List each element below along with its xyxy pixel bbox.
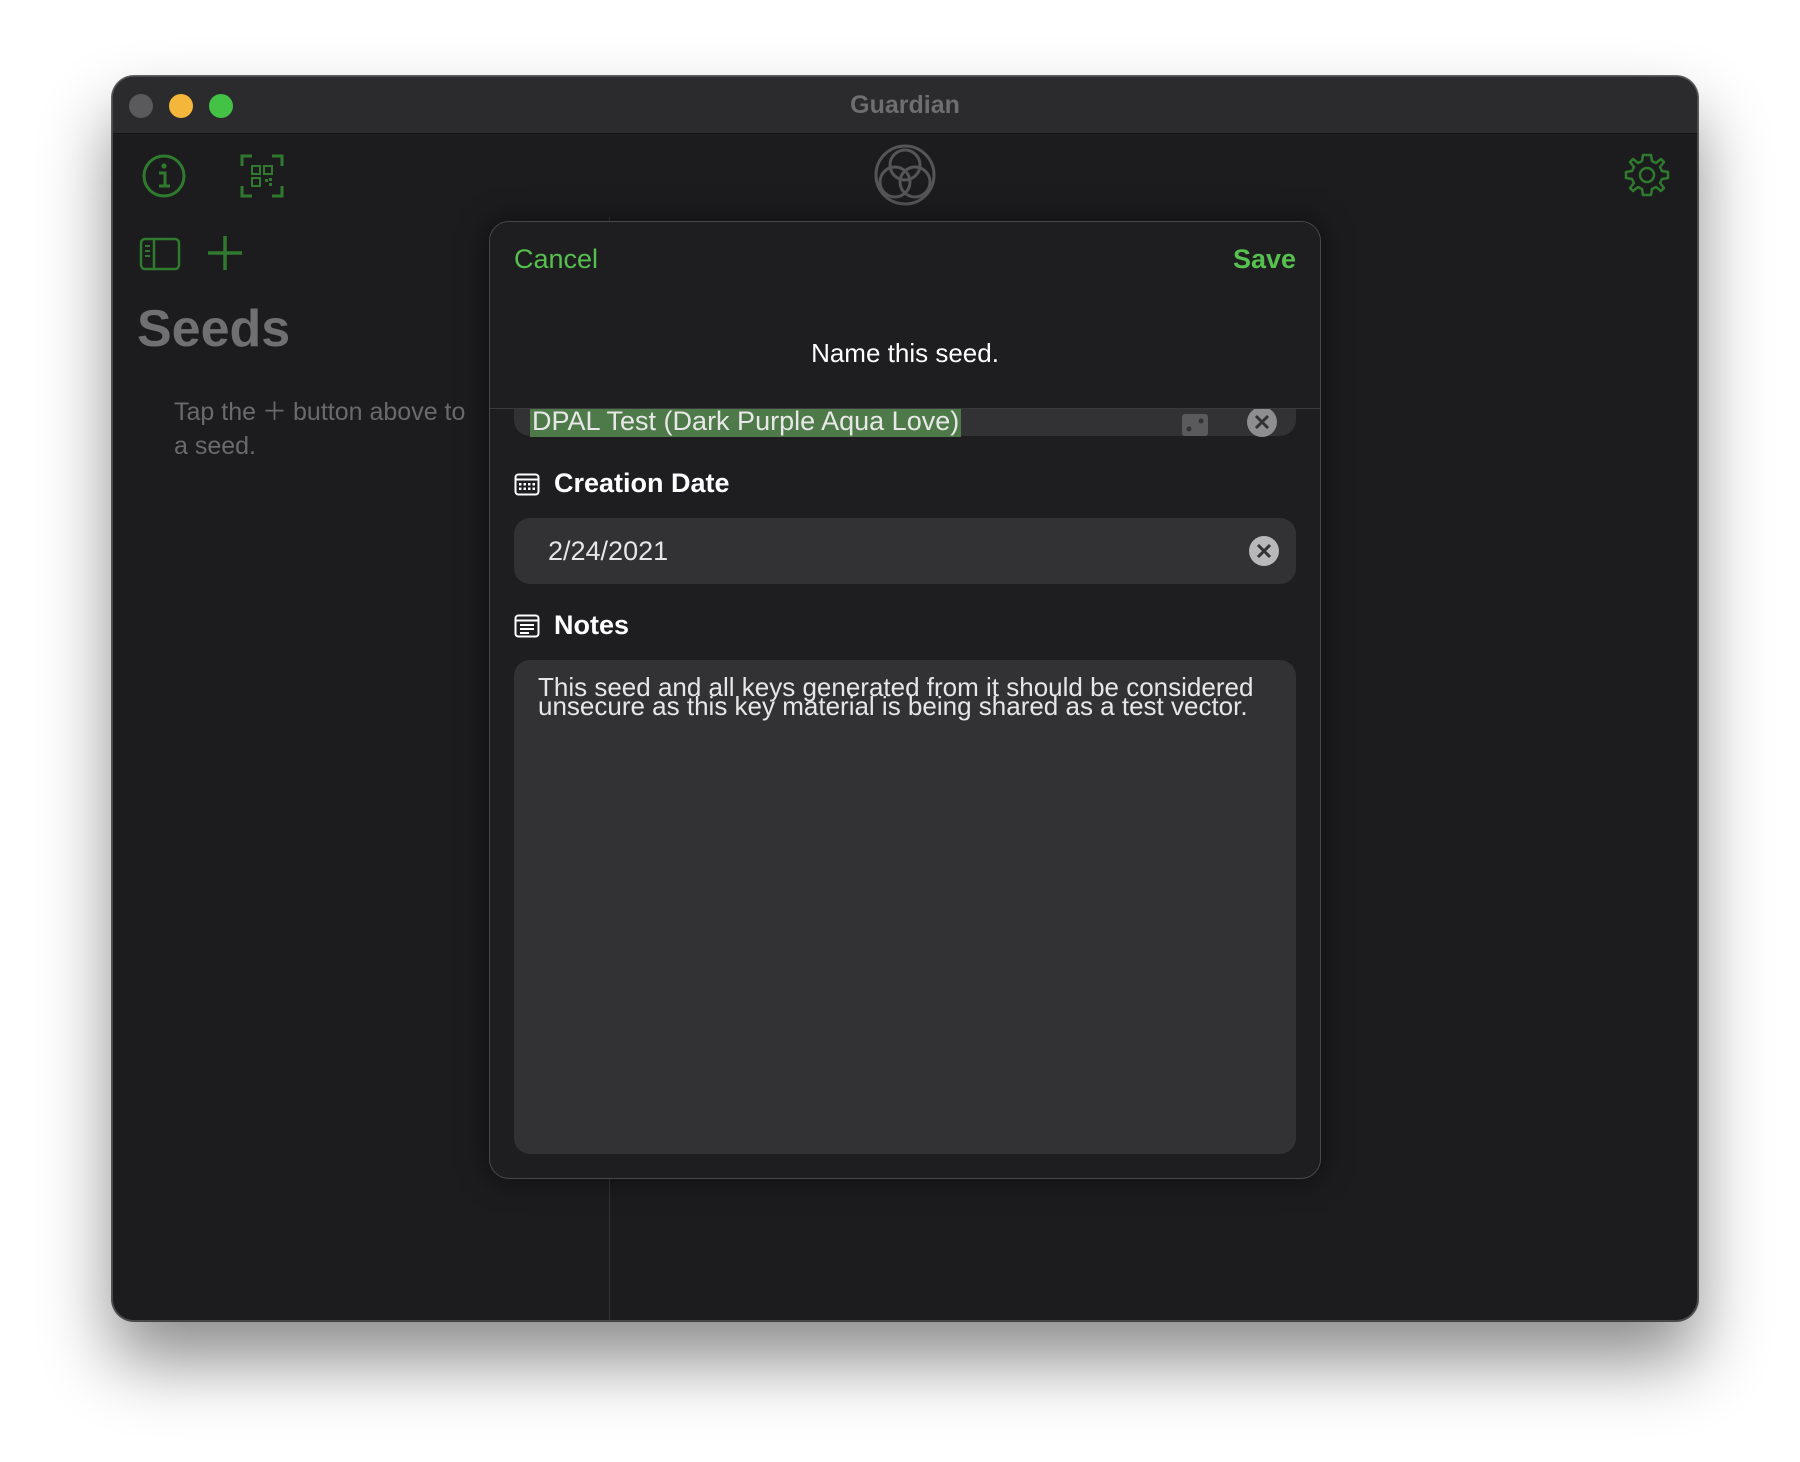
save-button[interactable]: Save [1233,244,1296,275]
notes-icon [514,614,540,637]
guardian-logo-icon [874,144,936,206]
hint-suffix: button above to [293,398,466,426]
empty-state-hint: Tap the ＋ button above to a seed. [174,395,524,463]
creation-date-field[interactable]: 2/24/2021 [514,518,1296,584]
qr-scan-icon[interactable] [239,153,285,199]
hint-plus-icon: ＋ [262,398,288,426]
notes-textarea[interactable]: This seed and all keys generated from it… [514,660,1296,1154]
name-seed-sheet: Cancel Save Name this seed. DPAL Test (D… [489,221,1321,1179]
clear-date-icon[interactable] [1248,535,1280,567]
notes-label-text: Notes [554,610,630,640]
sidebar-toggle-icon[interactable] [139,237,181,271]
title-bar: Guardian [113,77,1697,134]
add-seed-plus-icon[interactable] [205,233,245,273]
dice-icon[interactable] [1180,410,1210,440]
creation-date-label-text: Creation Date [554,468,730,498]
info-icon[interactable] [141,153,187,199]
clear-name-icon[interactable] [1246,406,1278,438]
seed-name-value[interactable]: DPAL Test (Dark Purple Aqua Love) [530,406,962,437]
sidebar-title: Seeds [137,300,291,358]
app-window: Guardian Seeds Tap the ＋ button above to… [112,76,1698,1321]
creation-date-label: Creation Date [514,468,730,499]
sheet-header: Cancel Save Name this seed. [490,222,1320,409]
hint-prefix: Tap the [174,398,257,426]
cancel-button[interactable]: Cancel [514,244,598,275]
settings-gear-icon[interactable] [1623,151,1671,199]
creation-date-value[interactable]: 2/24/2021 [548,536,668,567]
calendar-icon [514,473,540,495]
window-title: Guardian [850,91,960,119]
notes-label: Notes [514,610,629,641]
sheet-prompt: Name this seed. [811,338,999,368]
hint-line-2: a seed. [174,432,257,460]
notes-value[interactable]: This seed and all keys generated from it… [538,674,1274,719]
